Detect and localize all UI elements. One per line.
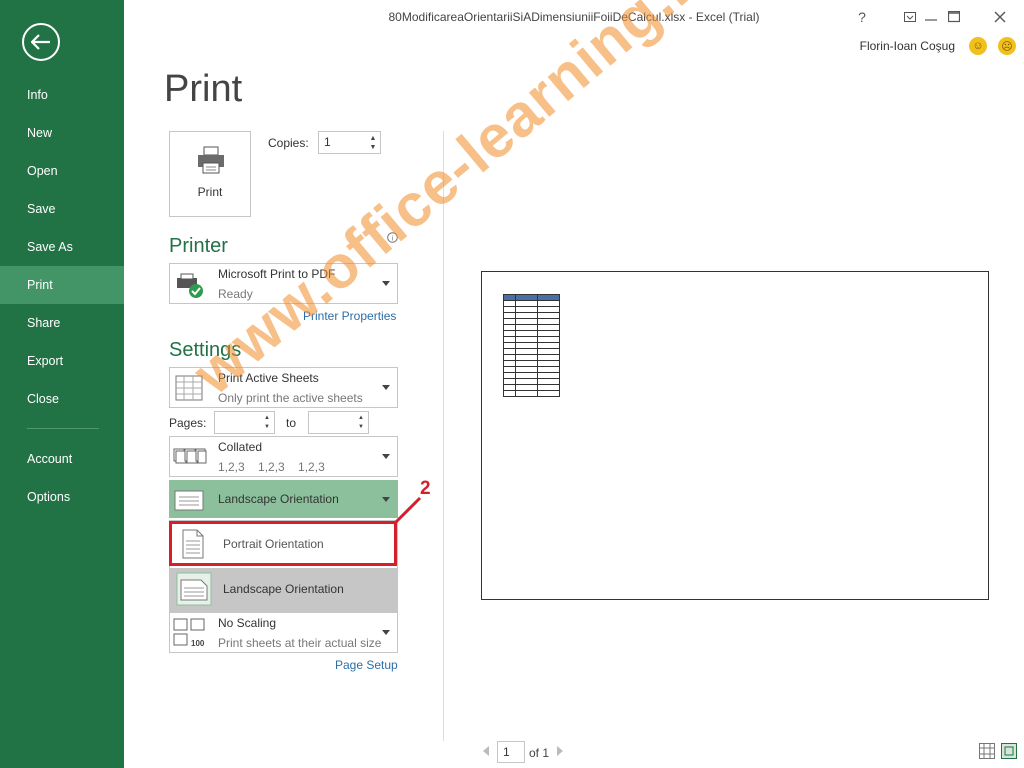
nav-divider xyxy=(27,428,99,429)
next-page-icon[interactable] xyxy=(557,746,563,756)
info-icon[interactable]: i xyxy=(387,232,398,243)
help-button[interactable]: ? xyxy=(850,6,874,28)
show-margins-icon[interactable] xyxy=(979,743,995,759)
landscape-page-icon xyxy=(174,490,204,511)
nav-new[interactable]: New xyxy=(0,114,124,152)
collation-select[interactable]: Collated 1,2,3 1,2,3 1,2,3 xyxy=(169,436,398,477)
pages-to-input[interactable]: ▲ ▼ xyxy=(308,411,369,434)
pages-from-down-icon[interactable]: ▼ xyxy=(262,423,272,432)
printer-icon xyxy=(198,146,224,174)
chevron-down-icon xyxy=(382,454,390,459)
printer-status: Ready xyxy=(218,287,253,301)
copies-down-icon[interactable]: ▼ xyxy=(368,143,378,152)
printer-heading: Printer xyxy=(169,235,228,257)
nav-share[interactable]: Share xyxy=(0,304,124,342)
nav-close[interactable]: Close xyxy=(0,380,124,418)
svg-text:i: i xyxy=(392,236,394,243)
scaling-select[interactable]: 100 No Scaling Print sheets at their act… xyxy=(169,612,398,653)
preview-sheet-thumbnail xyxy=(503,294,560,397)
print-what-title: Print Active Sheets xyxy=(218,371,319,385)
frown-icon[interactable]: ☹ xyxy=(998,37,1016,55)
back-arrow-icon[interactable] xyxy=(22,23,60,61)
prev-page-icon[interactable] xyxy=(483,746,489,756)
scaling-icon: 100 xyxy=(173,618,205,648)
current-page-input[interactable]: 1 xyxy=(497,741,525,763)
sheet-grid-icon xyxy=(175,375,203,401)
copies-value: 1 xyxy=(324,135,331,149)
copies-input[interactable]: 1 ▲ ▼ xyxy=(318,131,381,154)
print-button-label: Print xyxy=(197,185,223,199)
scaling-title: No Scaling xyxy=(218,616,277,630)
pages-from-input[interactable]: ▲ ▼ xyxy=(214,411,275,434)
copies-up-icon[interactable]: ▲ xyxy=(368,134,378,143)
printer-name: Microsoft Print to PDF xyxy=(218,267,336,281)
panel-divider xyxy=(443,131,444,741)
printer-ready-icon xyxy=(177,273,203,298)
print-what-subtitle: Only print the active sheets xyxy=(218,391,363,405)
orientation-select[interactable]: Landscape Orientation xyxy=(169,480,398,518)
collation-subtitle: 1,2,3 1,2,3 1,2,3 xyxy=(218,460,325,474)
orientation-dropdown-list: Portrait Orientation Landscape Orientati… xyxy=(169,520,398,612)
smile-icon[interactable]: ☺ xyxy=(969,37,987,55)
window-title: 80ModificareaOrientariiSiADimensiuniiFoi… xyxy=(388,10,760,24)
nav-open[interactable]: Open xyxy=(0,152,124,190)
nav-save-as[interactable]: Save As xyxy=(0,228,124,266)
user-name[interactable]: Florin-Ioan Coşug xyxy=(860,39,955,53)
zoom-to-page-icon[interactable] xyxy=(1001,743,1017,759)
printer-properties-link[interactable]: Printer Properties xyxy=(303,309,396,323)
minimize-icon[interactable] xyxy=(919,6,943,28)
nav-export[interactable]: Export xyxy=(0,342,124,380)
portrait-page-icon xyxy=(182,529,204,559)
page-title: Print xyxy=(164,68,243,110)
close-icon[interactable] xyxy=(988,6,1012,28)
backstage-sidebar: Info New Open Save Save As Print Share E… xyxy=(0,0,124,768)
nav-account[interactable]: Account xyxy=(0,440,124,478)
pages-from-up-icon[interactable]: ▲ xyxy=(262,414,272,423)
option-landscape[interactable]: Landscape Orientation xyxy=(170,568,397,611)
pages-to-up-icon[interactable]: ▲ xyxy=(356,414,366,423)
collated-icon xyxy=(173,448,207,464)
nav-save[interactable]: Save xyxy=(0,190,124,228)
copies-label: Copies: xyxy=(268,136,309,150)
settings-heading: Settings xyxy=(169,339,242,361)
print-what-select[interactable]: Print Active Sheets Only print the activ… xyxy=(169,367,398,408)
nav-info[interactable]: Info xyxy=(0,76,124,114)
nav-print[interactable]: Print xyxy=(0,266,124,304)
chevron-down-icon xyxy=(382,385,390,390)
collation-title: Collated xyxy=(218,440,263,454)
scaling-subtitle: Print sheets at their actual size xyxy=(218,636,382,650)
option-portrait[interactable]: Portrait Orientation xyxy=(170,523,397,566)
chevron-down-icon xyxy=(382,630,390,635)
nav-options[interactable]: Options xyxy=(0,478,124,516)
maximize-icon[interactable] xyxy=(942,6,966,28)
page-count: of 1 xyxy=(529,746,550,760)
option-landscape-label: Landscape Orientation xyxy=(223,582,344,596)
printer-select[interactable]: Microsoft Print to PDF Ready xyxy=(169,263,398,304)
print-preview-page xyxy=(481,271,989,600)
orientation-current: Landscape Orientation xyxy=(218,492,339,506)
page-setup-link[interactable]: Page Setup xyxy=(335,658,398,672)
print-button[interactable]: Print xyxy=(169,131,251,217)
svg-text:100: 100 xyxy=(191,639,205,648)
chevron-down-icon xyxy=(382,497,390,502)
to-label: to xyxy=(286,416,297,430)
annotation-callout: 2 xyxy=(420,478,431,499)
chevron-down-icon xyxy=(382,281,390,286)
pages-label: Pages: xyxy=(169,416,207,430)
landscape-option-icon xyxy=(176,572,212,606)
pages-to-down-icon[interactable]: ▼ xyxy=(356,423,366,432)
option-portrait-label: Portrait Orientation xyxy=(223,537,324,551)
